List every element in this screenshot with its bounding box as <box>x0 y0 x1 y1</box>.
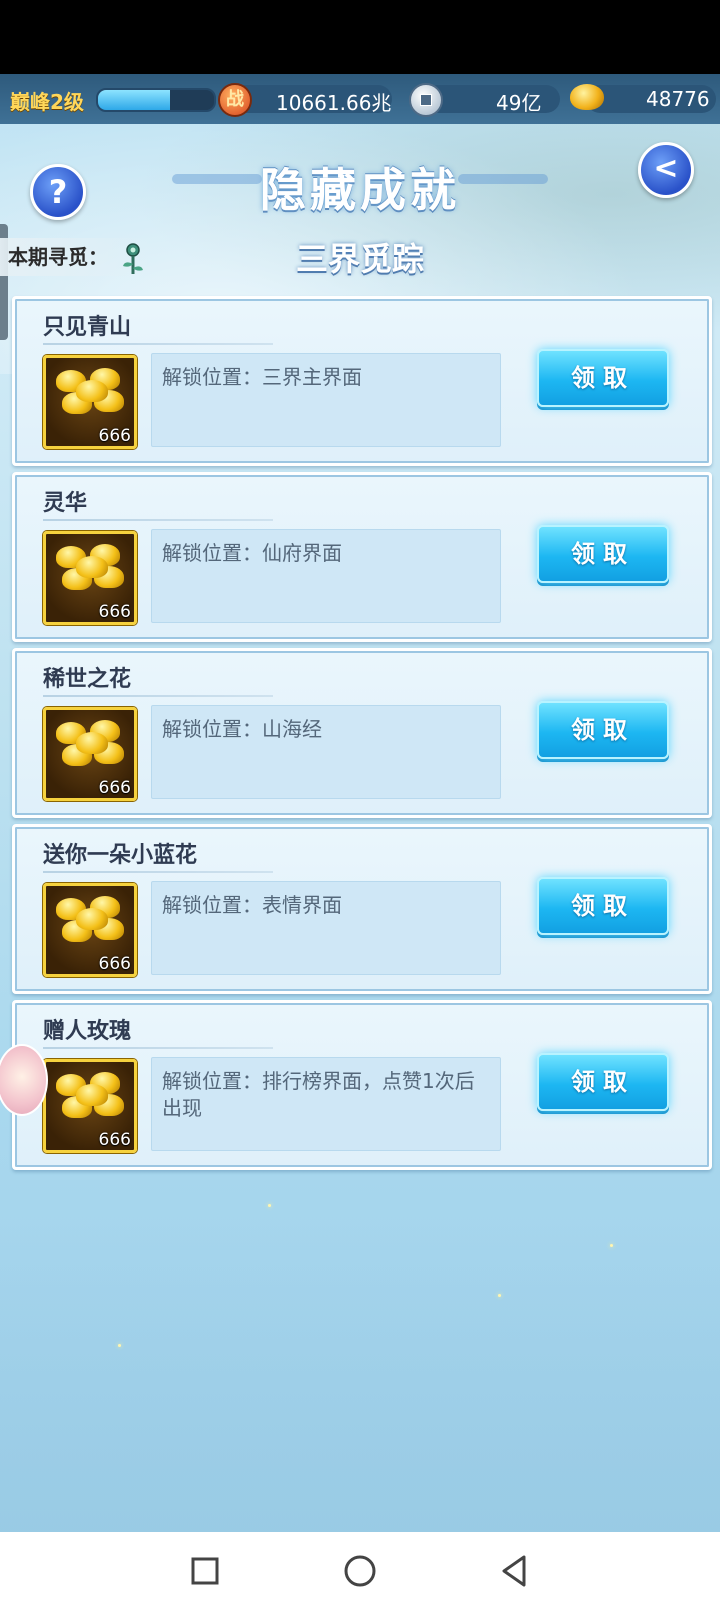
claim-button[interactable]: 领取 <box>537 349 669 407</box>
reward-count: 666 <box>98 602 131 622</box>
system-nav-bar <box>0 1532 720 1608</box>
achievement-card: 灵华 666 解锁位置：仙府界面 领取 <box>12 472 712 642</box>
reward-count: 666 <box>98 954 131 974</box>
unlock-description: 解锁位置：三界主界面 <box>162 365 362 389</box>
xp-progress-fill <box>98 90 170 110</box>
unlock-description-box: 解锁位置：山海经 <box>151 705 501 799</box>
page-title: 隐藏成就 <box>260 163 460 217</box>
gold-ingot-icon <box>76 1084 108 1106</box>
achievement-card: 送你一朵小蓝花 666 解锁位置：表情界面 领取 <box>12 824 712 994</box>
power-value: 10661.66兆 <box>276 91 392 115</box>
title-underline <box>43 343 273 345</box>
gold-value: 48776 <box>646 87 710 111</box>
home-icon[interactable] <box>335 1546 385 1596</box>
achievement-title: 灵华 <box>43 491 88 516</box>
reward-item[interactable]: 666 <box>43 707 137 801</box>
resource-bar: 巅峰2级 战 10661.66兆 49亿 48776 <box>0 74 720 124</box>
recent-apps-icon[interactable] <box>180 1546 230 1596</box>
claim-button[interactable]: 领取 <box>537 1053 669 1111</box>
gold-ingot-icon <box>76 908 108 930</box>
reward-item[interactable]: 666 <box>43 883 137 977</box>
reward-count: 666 <box>98 1130 131 1150</box>
reward-count: 666 <box>98 778 131 798</box>
claim-button[interactable]: 领取 <box>537 877 669 935</box>
unlock-description: 解锁位置：仙府界面 <box>162 541 342 565</box>
unlock-description: 解锁位置：山海经 <box>162 717 322 741</box>
reward-item[interactable]: 666 <box>43 1059 137 1153</box>
gold-ingot-icon <box>76 380 108 402</box>
unlock-description-box: 解锁位置：三界主界面 <box>151 353 501 447</box>
title-underline <box>43 695 273 697</box>
event-subtitle: 三界觅踪 <box>295 240 424 278</box>
title-underline <box>43 871 273 873</box>
unlock-description-box: 解锁位置：表情界面 <box>151 881 501 975</box>
achievement-title: 稀世之花 <box>43 667 132 692</box>
gold-ingot-icon <box>570 84 604 110</box>
sparkle <box>498 1294 501 1297</box>
achievement-card: 只见青山 666 解锁位置：三界主界面 领取 <box>12 296 712 466</box>
game-screen: 巅峰2级 战 10661.66兆 49亿 48776 ? < 隐藏成就 本期寻觅… <box>0 74 720 1532</box>
unlock-description-box: 解锁位置：排行榜界面，点赞1次后出现 <box>151 1057 501 1151</box>
unlock-description-box: 解锁位置：仙府界面 <box>151 529 501 623</box>
achievement-title: 送你一朵小蓝花 <box>43 843 198 868</box>
silver-value: 49亿 <box>496 91 542 115</box>
power-coin-icon: 战 <box>218 83 252 117</box>
achievement-title: 赠人玫瑰 <box>43 1019 132 1044</box>
achievement-title: 只见青山 <box>43 315 132 340</box>
sparkle <box>268 1204 271 1207</box>
reward-item[interactable]: 666 <box>43 531 137 625</box>
claim-button[interactable]: 领取 <box>537 525 669 583</box>
gold-ingot-icon <box>76 732 108 754</box>
silver-coin-icon <box>409 83 443 117</box>
title-underline <box>43 519 273 521</box>
back-nav-icon[interactable] <box>490 1546 540 1596</box>
achievement-card: 稀世之花 666 解锁位置：山海经 领取 <box>12 648 712 818</box>
sparkle <box>118 1344 121 1347</box>
unlock-description: 解锁位置：排行榜界面，点赞1次后出现 <box>162 1069 475 1120</box>
reward-item[interactable]: 666 <box>43 355 137 449</box>
gold-ingot-icon <box>76 556 108 578</box>
mist-overlay <box>0 1224 720 1532</box>
xp-progress-bar <box>96 88 216 112</box>
level-label: 巅峰2级 <box>10 90 84 114</box>
title-underline <box>43 1047 273 1049</box>
reward-count: 666 <box>98 426 131 446</box>
sparkle <box>610 1244 613 1247</box>
unlock-description: 解锁位置：表情界面 <box>162 893 342 917</box>
achievement-card: 赠人玫瑰 666 解锁位置：排行榜界面，点赞1次后出现 领取 <box>12 1000 712 1170</box>
claim-button[interactable]: 领取 <box>537 701 669 759</box>
